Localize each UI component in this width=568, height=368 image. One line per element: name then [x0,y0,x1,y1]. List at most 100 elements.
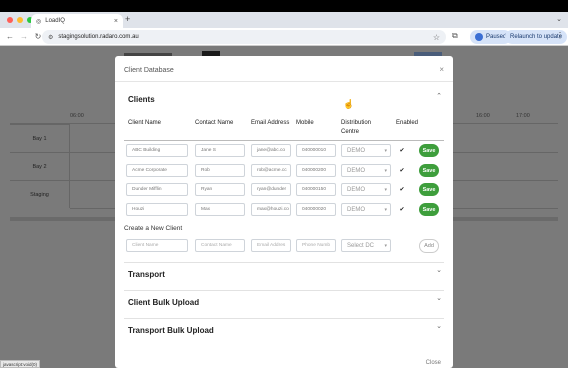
new-dc-select[interactable]: Select DC ▾ [341,239,391,252]
dc-select-value: DEMO [347,147,365,154]
collapse-chevron-up-icon[interactable]: ⌃ [436,92,442,100]
url-bar[interactable]: ⚙ stagingsolution.radaro.com.au ☆ [42,30,446,44]
modal-title: Client Database [124,67,174,74]
new-client-title: Create a New Client [124,225,183,232]
expand-chevron-down-icon[interactable]: ⌄ [436,322,442,330]
mobile-field[interactable]: 040000200 [296,164,336,177]
window-controls [7,17,33,23]
column-header: Enabled [396,120,419,126]
save-button[interactable]: Save [419,164,439,177]
save-button[interactable]: Save [419,144,439,157]
tab-search-chevron-icon[interactable]: ⌄ [556,15,562,23]
time-label: 16:00 [476,113,490,119]
section-divider [124,290,444,291]
dc-select[interactable]: DEMO ▾ [341,144,391,157]
client-name-field[interactable]: Dunder Mifflin [126,183,188,196]
enabled-checkbox[interactable]: ✔ [399,187,405,193]
email-field[interactable]: rob@acme.cc [251,164,291,177]
new-email-input[interactable]: Email Addres [251,239,291,252]
paused-label: Paused [486,34,507,40]
dc-select[interactable]: DEMO ▾ [341,164,391,177]
address-bar-row: ← → ↻ ⚙ stagingsolution.radaro.com.au ☆ … [0,28,568,46]
bay-label: Bay 1 [10,124,70,152]
avatar [475,33,483,41]
time-label: 06:00 [70,113,84,119]
tab-close-icon[interactable]: × [114,18,118,25]
mobile-field[interactable]: 040000020 [296,203,336,216]
column-header: Email Address [251,120,290,126]
enabled-checkbox[interactable]: ✔ [399,207,405,213]
section-divider [124,318,444,319]
email-field[interactable]: ryan@dunder [251,183,291,196]
expand-chevron-down-icon[interactable]: ⌄ [436,266,442,274]
forward-icon[interactable]: → [20,32,28,41]
save-button[interactable]: Save [419,203,439,216]
mouse-cursor-icon: ☝ [343,99,355,109]
contact-name-field[interactable]: Rob [195,164,245,177]
chevron-down-icon: ▾ [384,243,387,249]
close-button[interactable]: Close [426,360,441,366]
url-text: stagingsolution.radaro.com.au [58,34,139,40]
tab-title: LoadIQ [45,18,65,24]
dc-select-value: DEMO [347,186,365,193]
os-top-bar [0,0,568,12]
section-divider [124,262,444,263]
tab-strip: ◎ LoadIQ × + ⌄ [0,12,568,28]
enabled-checkbox[interactable]: ✔ [399,148,405,154]
header-divider [124,140,444,141]
chevron-down-icon: ▾ [384,187,387,193]
contact-name-field[interactable]: Ryan [195,183,245,196]
email-field[interactable]: jane@abc.co [251,144,291,157]
new-phone-input[interactable]: Phone Numb [296,239,336,252]
modal-close-icon[interactable]: × [439,65,444,74]
client-name-field[interactable]: Acme Corporate [126,164,188,177]
mobile-field[interactable]: 040000010 [296,144,336,157]
column-header: Contact Name [195,120,234,126]
mobile-field[interactable]: 040000150 [296,183,336,196]
site-info-icon[interactable]: ⚙ [48,34,53,41]
email-field[interactable]: max@houzi.co [251,203,291,216]
client-name-field[interactable]: Houzi [126,203,188,216]
status-bar-link: javascript:void(0) [0,360,41,368]
enabled-checkbox[interactable]: ✔ [399,168,405,174]
chevron-down-icon: ▾ [384,168,387,174]
bay-label: Bay 2 [10,152,70,180]
transport-bulk-upload-section-title[interactable]: Transport Bulk Upload [128,326,214,335]
minimize-window-button[interactable] [17,17,23,23]
extensions-icon[interactable]: ⧉ [452,31,458,41]
column-header: Mobile [296,120,314,126]
browser-menu-icon[interactable]: ⋮ [556,31,564,40]
site-favicon-icon: ◎ [36,18,42,25]
client-name-field[interactable]: ABC Building [126,144,188,157]
transport-section-title[interactable]: Transport [128,270,165,279]
bookmark-star-icon[interactable]: ☆ [433,33,440,42]
time-label: 17:00 [516,113,530,119]
dc-select-placeholder: Select DC [347,242,375,249]
new-contact-name-input[interactable]: Contact Name [195,239,245,252]
column-header: Client Name [128,120,162,126]
bay-label: Staging [10,180,70,208]
chevron-down-icon: ▾ [384,207,387,213]
modal-header: Client Database × [115,56,453,82]
close-window-button[interactable] [7,17,13,23]
reload-icon[interactable]: ↻ [34,32,42,41]
save-button[interactable]: Save [419,183,439,196]
column-header: Distribution Centre [341,120,372,135]
dc-select-value: DEMO [347,167,365,174]
browser-tab[interactable]: ◎ LoadIQ × [31,14,123,28]
new-client-name-input[interactable]: Client Name [126,239,188,252]
add-client-button[interactable]: Add [419,239,439,253]
contact-name-field[interactable]: Jane S [195,144,245,157]
contact-name-field[interactable]: Max [195,203,245,216]
dc-select-value: DEMO [347,206,365,213]
dc-select[interactable]: DEMO ▾ [341,203,391,216]
clients-section-title[interactable]: Clients [128,95,155,104]
back-icon[interactable]: ← [6,32,14,41]
chevron-down-icon: ▾ [384,148,387,154]
expand-chevron-down-icon[interactable]: ⌄ [436,294,442,302]
new-tab-button[interactable]: + [125,14,130,24]
client-database-modal: Client Database × Clients ⌃ Client Name … [115,56,453,368]
dc-select[interactable]: DEMO ▾ [341,183,391,196]
page-overlay: 06:00 16:00 17:00 Bay 1 Bay 2 Staging Cl… [0,46,568,368]
client-bulk-upload-section-title[interactable]: Client Bulk Upload [128,298,199,307]
